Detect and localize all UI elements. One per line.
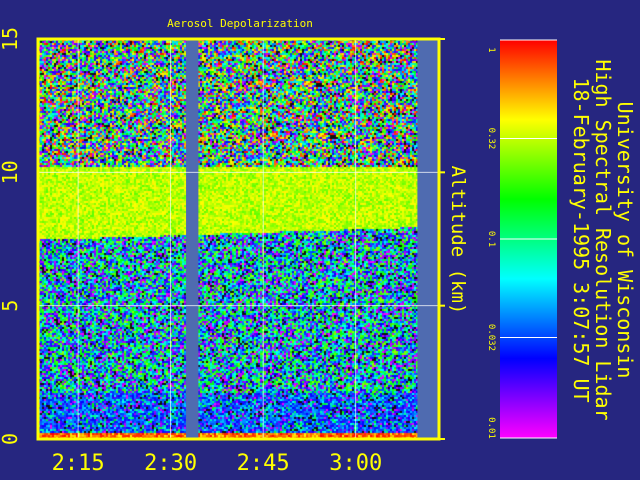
x-tick-label-2: 2:30 (144, 451, 197, 476)
x-tick-label-1: 2:15 (52, 451, 105, 476)
header-line-1: University of Wisconsin (613, 102, 637, 379)
y-tick-label-4: 15 (0, 27, 22, 51)
lidar-figure: Aerosol Depolarization 0 5 10 15 2:15 2:30 2:… (0, 0, 640, 480)
y-tick-label-1: 0 (0, 433, 22, 445)
data-gap-1 (186, 39, 199, 439)
y-tick-label-2: 5 (0, 300, 22, 312)
y-axis-label: Altitude (km) (447, 166, 469, 315)
chart-title: Aerosol Depolarization (167, 17, 313, 30)
heatmap-cells (38, 39, 439, 439)
colorbar-tick-label-4: 0.032 (486, 324, 496, 351)
colorbar-tick-label-1: 1 (486, 47, 496, 52)
heatmap (38, 39, 439, 439)
x-tick-label-3: 2:45 (237, 451, 290, 476)
data-gap-2 (417, 39, 439, 439)
colorbar-tick-label-2: 0.32 (486, 128, 496, 150)
header-block: University of Wisconsin High Spectral Re… (569, 59, 637, 420)
y-tick-label-3: 10 (0, 160, 22, 184)
colorbar-tick-label-3: 0.1 (486, 231, 496, 247)
colorbar-tick-label-5: 0.01 (486, 417, 496, 439)
header-line-2: High Spectral Resolution Lidar (591, 59, 615, 420)
x-tick-label-4: 3:00 (329, 451, 382, 476)
header-line-3: 18-February-1995 3:07:57 UT (569, 77, 593, 402)
